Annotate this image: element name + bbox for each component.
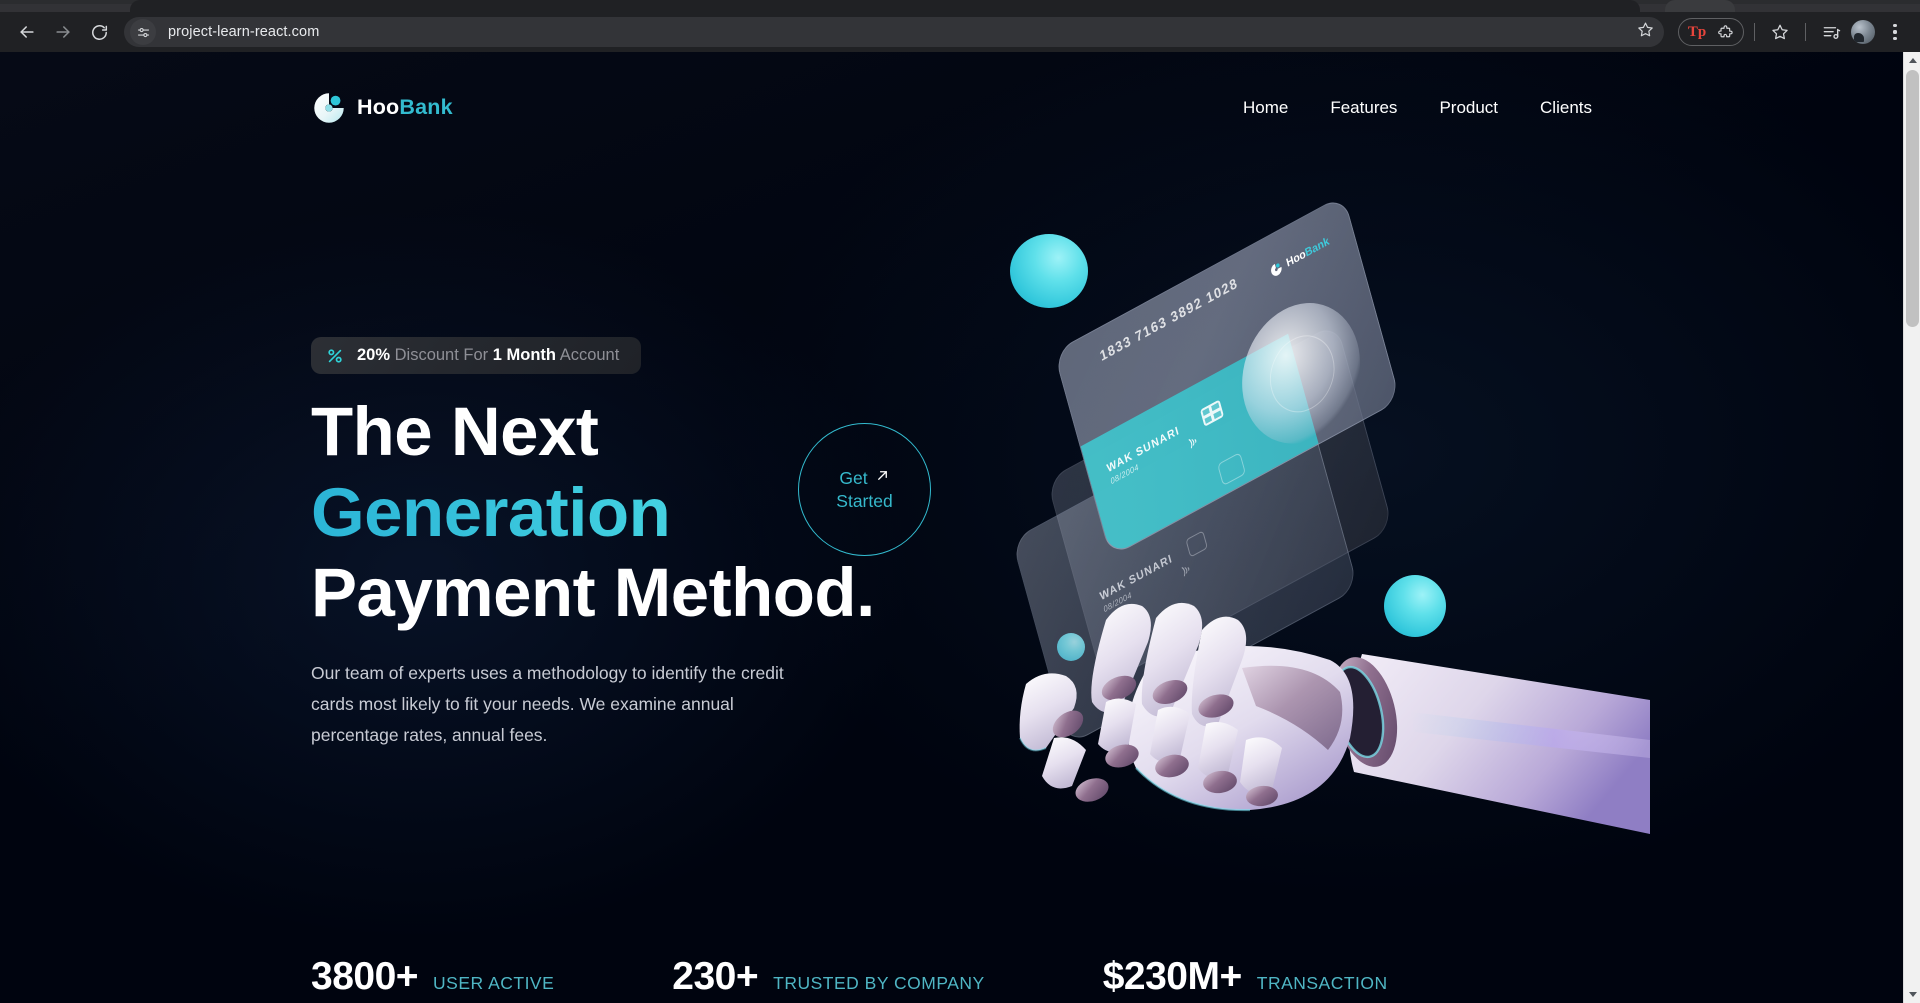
get-started-button[interactable]: Get Started xyxy=(798,423,931,556)
decorative-orb-large xyxy=(1010,234,1088,308)
stat-user-active: 3800+ User Active xyxy=(311,957,554,996)
stat-transaction: $230M+ Transaction xyxy=(1103,957,1388,996)
hoobank-landing-page: HooBank Home Features Product Clients 20… xyxy=(0,52,1903,1003)
inactive-tab[interactable] xyxy=(1665,0,1735,12)
hero-description: Our team of experts uses a methodology t… xyxy=(311,663,784,746)
chrome-menu-button[interactable] xyxy=(1880,17,1910,47)
forward-button[interactable] xyxy=(46,15,80,49)
card-brand-teal: Bank xyxy=(1303,234,1331,260)
stats-row: 3800+ User Active 230+ Trusted by Compan… xyxy=(311,957,1601,996)
reload-button[interactable] xyxy=(82,15,116,49)
nav-item-home[interactable]: Home xyxy=(1243,92,1288,124)
scrollbar-thumb[interactable] xyxy=(1906,70,1919,327)
discount-tail: Account xyxy=(559,346,620,365)
extension-pill: Tp xyxy=(1678,18,1744,46)
nav-item-product[interactable]: Product xyxy=(1439,92,1498,124)
get-started-line-1: Get xyxy=(839,467,889,489)
hoobank-logo-icon xyxy=(311,90,347,126)
robot-hand-image xyxy=(1010,572,1650,882)
card-brand-logo: HooBank xyxy=(1268,234,1331,280)
url-text: project-learn-react.com xyxy=(168,24,320,40)
discount-badge: 20% Discount For 1 Month Account xyxy=(311,337,642,374)
stat-label: User Active xyxy=(433,973,555,993)
arrow-up-right-icon xyxy=(875,468,890,488)
get-started-get-label: Get xyxy=(839,468,868,489)
hero-artwork: WAK SUNARI 08/2004 xyxy=(1000,192,1650,882)
reading-list-icon[interactable] xyxy=(1816,17,1846,47)
brand-name: HooBank xyxy=(357,97,453,119)
percent-icon xyxy=(325,346,345,366)
discount-mid: Discount For xyxy=(394,346,489,365)
site-header: HooBank Home Features Product Clients xyxy=(0,52,1903,164)
active-tab[interactable] xyxy=(130,0,1640,12)
stat-value: 3800+ xyxy=(311,955,419,998)
headline-line-3: Payment Method. xyxy=(311,554,875,632)
extensions-puzzle-icon[interactable] xyxy=(1712,19,1738,45)
stat-value: $230M+ xyxy=(1102,955,1243,998)
page-viewport: HooBank Home Features Product Clients 20… xyxy=(0,52,1920,1003)
stat-label: Transaction xyxy=(1256,973,1388,993)
browser-toolbar: project-learn-react.com Tp xyxy=(0,12,1920,52)
discount-duration: 1 Month xyxy=(492,346,556,365)
toolbar-divider-1 xyxy=(1754,23,1755,41)
brand-logo[interactable]: HooBank xyxy=(311,90,453,126)
address-bar[interactable]: project-learn-react.com xyxy=(124,17,1664,47)
brand-name-teal: Bank xyxy=(399,95,453,120)
tab-strip xyxy=(0,0,1920,12)
bookmark-star-icon[interactable] xyxy=(1637,21,1654,43)
profile-avatar[interactable] xyxy=(1848,17,1878,47)
toolbar-divider-2 xyxy=(1805,23,1806,41)
card-brand-text: HooBank xyxy=(1285,234,1331,269)
avatar xyxy=(1851,20,1875,44)
bookmarks-star-icon[interactable] xyxy=(1765,17,1795,47)
nav-item-features[interactable]: Features xyxy=(1330,92,1397,124)
nav-item-clients[interactable]: Clients xyxy=(1540,92,1592,124)
brand-name-white: Hoo xyxy=(357,95,400,120)
card-number: 1833 7163 3892 1028 xyxy=(1098,274,1240,365)
page-scrollbar[interactable] xyxy=(1903,52,1920,1003)
scrollbar-down-arrow-icon[interactable] xyxy=(1904,986,1920,1003)
tp-extension-icon[interactable]: Tp xyxy=(1684,19,1710,45)
primary-navigation: Home Features Product Clients xyxy=(1243,92,1592,124)
scrollbar-up-arrow-icon[interactable] xyxy=(1904,52,1920,69)
site-settings-icon[interactable] xyxy=(130,19,156,45)
browser-window: project-learn-react.com Tp HooBank Home … xyxy=(0,0,1920,1003)
back-button[interactable] xyxy=(10,15,44,49)
stat-value: 230+ xyxy=(672,955,759,998)
stat-trusted-by-company: 230+ Trusted by Company xyxy=(672,957,984,996)
stat-label: Trusted by Company xyxy=(773,973,985,993)
three-dots-icon xyxy=(1893,24,1897,40)
discount-text: 20% Discount For 1 Month Account xyxy=(357,347,619,364)
get-started-started-label: Started xyxy=(836,490,893,511)
discount-percent: 20% xyxy=(357,346,391,365)
